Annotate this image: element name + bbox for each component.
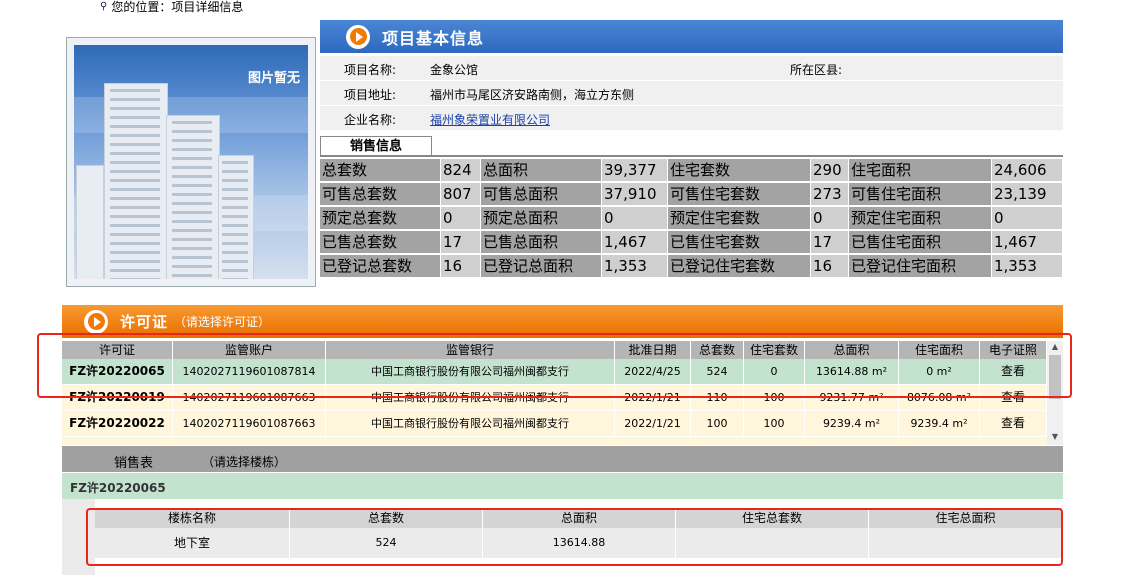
sales-label: 已售总套数 xyxy=(320,231,440,253)
sales-value: 17 xyxy=(811,231,848,253)
permit-cell: 100 xyxy=(691,411,744,436)
permit-cell: 2022/1/21 xyxy=(615,411,691,436)
sales-row: 已登记总套数 16 已登记总面积 1,353 已登记住宅套数 16 已登记住宅面积 1,353 xyxy=(320,255,1063,278)
annotation-box-permit xyxy=(37,333,1072,398)
sales-row: 可售总套数 807 可售总面积 37,910 可售住宅套数 273 可售住宅面积 23,139 xyxy=(320,183,1063,206)
address-value: 福州市马尾区济安路南侧，海立方东侧 xyxy=(430,88,635,102)
sales-label: 可售总套数 xyxy=(320,183,440,205)
permit-number[interactable]: FZ许20220022 xyxy=(62,411,173,436)
permit-cell: 1402027119601087663 xyxy=(173,411,326,436)
basic-row: 项目地址: 福州市马尾区济安路南侧，海立方东侧 xyxy=(320,81,1063,106)
address-label: 项目地址: xyxy=(344,88,397,102)
location-pin-icon: ⚲ xyxy=(100,1,108,12)
sales-value: 273 xyxy=(811,183,848,205)
project-name-value: 金象公馆 xyxy=(430,63,479,77)
breadcrumb-text: 您的位置：项目详细信息 xyxy=(111,0,244,14)
sales-value: 1,353 xyxy=(992,255,1062,277)
sales-value: 807 xyxy=(441,183,480,205)
sales-value: 23,139 xyxy=(992,183,1062,205)
permit-cell: 中国工商银行股份有限公司福州闽都支行 xyxy=(326,411,615,436)
sales-label: 预定总套数 xyxy=(320,207,440,229)
sales-value: 0 xyxy=(811,207,848,229)
view-license-link[interactable]: 查看 xyxy=(980,411,1047,436)
basic-row: 企业名称: 福州象荣置业有限公司 xyxy=(320,106,1063,131)
scroll-down-icon[interactable]: ▼ xyxy=(1047,431,1063,443)
sales-value: 290 xyxy=(811,159,848,181)
sales-label: 可售住宅套数 xyxy=(668,183,810,205)
sales-value: 39,377 xyxy=(602,159,667,181)
permit-title: 许可证 xyxy=(120,313,169,331)
basic-info-title: 项目基本信息 xyxy=(382,28,485,48)
sales-value: 0 xyxy=(441,207,480,229)
sales-label: 已登记住宅面积 xyxy=(849,255,991,277)
play-arrow-icon xyxy=(84,309,108,334)
sales-label: 已售住宅面积 xyxy=(849,231,991,253)
sales-label: 已登记住宅套数 xyxy=(668,255,810,277)
permit-row-partial xyxy=(62,437,1047,445)
basic-row: 项目名称: 金象公馆 所在区县: xyxy=(320,56,1063,81)
selected-permit-bar: FZ许20220065 xyxy=(62,473,1063,499)
sales-value: 16 xyxy=(811,255,848,277)
project-photo: 图片暂无 xyxy=(66,37,316,287)
sales-row: 总套数 824 总面积 39,377 住宅套数 290 住宅面积 24,606 xyxy=(320,159,1063,182)
permit-subtitle: （请选择许可证） xyxy=(174,315,271,329)
selected-permit-label: FZ许20220065 xyxy=(70,481,166,495)
sales-tab-divider xyxy=(320,155,1063,157)
sales-table-header: 销售表 （请选择楼栋） xyxy=(62,446,1063,472)
sales-label: 预定住宅面积 xyxy=(849,207,991,229)
permit-cell: 100 xyxy=(744,411,805,436)
sales-row: 预定总套数 0 预定总面积 0 预定住宅套数 0 预定住宅面积 0 xyxy=(320,207,1063,230)
project-name-label: 项目名称: xyxy=(344,63,397,77)
sales-table-hint: （请选择楼栋） xyxy=(202,455,287,469)
sales-value: 17 xyxy=(441,231,480,253)
no-image-label: 图片暂无 xyxy=(247,71,300,86)
permit-cell: 9239.4 m² xyxy=(805,411,899,436)
sales-label: 总面积 xyxy=(481,159,601,181)
sales-label: 已登记总套数 xyxy=(320,255,440,277)
sales-value: 0 xyxy=(602,207,667,229)
sales-label: 住宅面积 xyxy=(849,159,991,181)
breadcrumb: ⚲ 您的位置：项目详细信息 xyxy=(100,0,243,14)
sales-value: 24,606 xyxy=(992,159,1062,181)
sales-label: 已售总面积 xyxy=(481,231,601,253)
sales-table-title: 销售表 xyxy=(114,456,154,471)
sales-label: 住宅套数 xyxy=(668,159,810,181)
play-arrow-icon xyxy=(346,24,370,49)
sales-label: 可售总面积 xyxy=(481,183,601,205)
company-link[interactable]: 福州象荣置业有限公司 xyxy=(430,111,550,128)
sales-label: 总套数 xyxy=(320,159,440,181)
sales-label: 已登记总面积 xyxy=(481,255,601,277)
annotation-box-building xyxy=(86,508,1063,566)
sales-value: 1,467 xyxy=(992,231,1062,253)
sales-value: 1,467 xyxy=(602,231,667,253)
company-label: 企业名称: xyxy=(344,113,397,127)
sales-label: 预定总面积 xyxy=(481,207,601,229)
sales-value: 1,353 xyxy=(602,255,667,277)
permit-row[interactable]: FZ许20220022 1402027119601087663 中国工商银行股份有限… xyxy=(62,411,1047,437)
basic-info-header: 项目基本信息 xyxy=(320,20,1063,53)
sales-label: 预定住宅套数 xyxy=(668,207,810,229)
sales-value: 824 xyxy=(441,159,480,181)
permit-cell: 9239.4 m² xyxy=(899,411,980,436)
sales-value: 0 xyxy=(992,207,1062,229)
sales-info-tab[interactable]: 销售信息 xyxy=(320,136,432,157)
district-label: 所在区县: xyxy=(790,63,843,77)
sales-row: 已售总套数 17 已售总面积 1,467 已售住宅套数 17 已售住宅面积 1,467 xyxy=(320,231,1063,254)
sales-label: 已售住宅套数 xyxy=(668,231,810,253)
sales-value: 16 xyxy=(441,255,480,277)
sales-label: 可售住宅面积 xyxy=(849,183,991,205)
sales-value: 37,910 xyxy=(602,183,667,205)
